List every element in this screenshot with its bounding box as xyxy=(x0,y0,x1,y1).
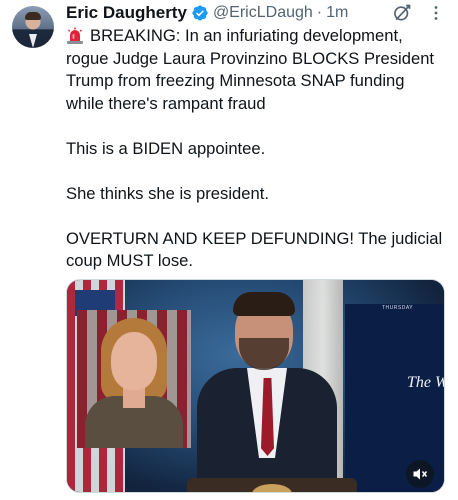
header-separator: · xyxy=(316,4,323,21)
tweet-header: Eric Daugherty @EricLDaugh · 1m xyxy=(66,2,348,24)
speaker-hair xyxy=(233,292,295,316)
avatar-shirt xyxy=(29,34,37,48)
tweet-video[interactable]: THURSDAY The W xyxy=(66,279,445,493)
verified-badge-icon[interactable] xyxy=(191,4,209,22)
tweet-paragraph-4: OVERTURN AND KEEP DEFUNDING! The judicia… xyxy=(66,228,443,271)
author-avatar[interactable] xyxy=(12,6,54,48)
author-handle[interactable]: @EricLDaugh xyxy=(213,4,313,22)
tweet[interactable]: Eric Daugherty @EricLDaugh · 1m BREAKING… xyxy=(0,0,458,500)
speaker-beard xyxy=(239,338,289,370)
tweet-paragraph-1-text: BREAKING: In an infuriating development,… xyxy=(66,26,435,113)
tweet-paragraph-3: She thinks she is president. xyxy=(66,183,269,203)
grok-icon[interactable] xyxy=(392,3,412,23)
judge-portrait-inset xyxy=(77,310,191,448)
tweet-paragraph-1: BREAKING: In an infuriating development,… xyxy=(66,25,446,115)
speaker-figure xyxy=(177,292,352,492)
siren-icon xyxy=(67,27,83,44)
tweet-timestamp[interactable]: 1m xyxy=(326,4,348,22)
inset-face xyxy=(111,332,157,390)
avatar-hair xyxy=(25,12,41,20)
more-icon[interactable] xyxy=(428,5,444,21)
screen-label: THURSDAY xyxy=(382,305,414,311)
screen-text: The W xyxy=(407,374,445,391)
volume-muted-icon xyxy=(413,468,428,480)
author-name[interactable]: Eric Daugherty xyxy=(66,3,187,23)
tweet-text: BREAKING: In an infuriating development,… xyxy=(66,25,446,273)
mute-button[interactable] xyxy=(406,460,434,488)
tweet-paragraph-2: This is a BIDEN appointee. xyxy=(66,138,266,158)
